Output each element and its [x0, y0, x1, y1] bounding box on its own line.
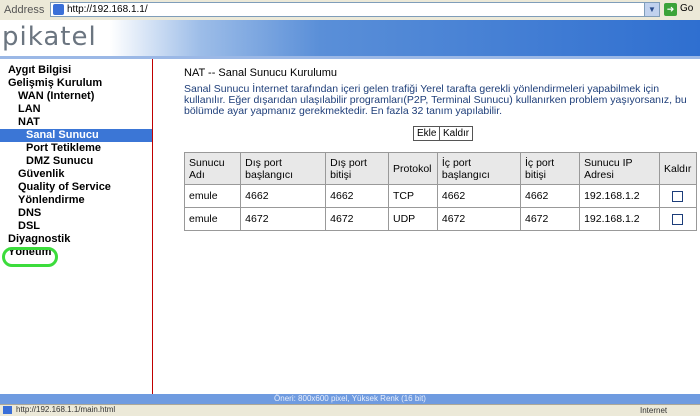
sidebar-item-label: DSL [18, 220, 40, 232]
go-label: Go [680, 3, 694, 14]
address-url[interactable]: http://192.168.1.1/ [67, 3, 148, 16]
chevron-down-icon[interactable]: ▼ [644, 3, 659, 16]
sidebar-item-diyagnostik[interactable]: Diyagnostik [0, 233, 152, 246]
sidebar-item-label: LAN [18, 103, 41, 115]
sidebar-item-label: Yönlendirme [18, 194, 85, 206]
cell-remove [658, 207, 698, 231]
cell-protocol: UDP [387, 207, 438, 231]
sidebar-item-label: NAT [18, 116, 40, 128]
sidebar-item-label: Güvenlik [18, 168, 65, 180]
add-button[interactable]: Ekle [413, 126, 441, 141]
cell-ext-port-start: 4662 [240, 184, 327, 208]
table-row: emule 4662 4662 TCP 4662 4662 192.168.1.… [183, 184, 698, 208]
col-int-port-start: İç port başlangıcı [436, 152, 522, 185]
col-protocol: Protokol [387, 152, 438, 185]
cell-server-name: emule [183, 207, 242, 231]
page-icon [53, 4, 64, 15]
page-title: NAT -- Sanal Sunucu Kurulumu [184, 67, 338, 79]
status-url: http://192.168.1.1/main.html [16, 405, 116, 414]
cell-ext-port-start: 4672 [240, 207, 327, 231]
sidebar-item-label: DMZ Sunucu [26, 155, 94, 167]
cell-protocol: TCP [387, 184, 438, 208]
go-button[interactable]: ➜ Go [664, 2, 698, 18]
sidebar-item-nat[interactable]: NAT [0, 116, 152, 129]
zone-indicator: Internet [640, 406, 668, 415]
status-bar: http://192.168.1.1/main.html Internet [0, 404, 700, 416]
cell-ext-port-end: 4662 [325, 184, 389, 208]
sidebar-item-guvenlik[interactable]: Güvenlik [0, 168, 152, 181]
cell-int-port-end: 4662 [519, 184, 581, 208]
page-icon [3, 406, 12, 414]
sidebar-item-label: Gelişmiş Kurulum [8, 77, 103, 89]
col-int-port-end: İç port bitişi [519, 152, 581, 185]
cell-remove [658, 184, 698, 208]
table-row: emule 4672 4672 UDP 4672 4672 192.168.1.… [183, 207, 698, 231]
sidebar-item-sanal-sunucu[interactable]: Sanal Sunucu [0, 129, 152, 142]
sidebar-item-label: WAN (Internet) [18, 90, 95, 102]
col-ext-port-start: Dış port başlangıcı [240, 152, 327, 185]
sidebar-item-dmz-sunucu[interactable]: DMZ Sunucu [0, 155, 152, 168]
remove-button[interactable]: Kaldır [439, 126, 474, 141]
highlight-ring [2, 247, 58, 267]
sidebar-item-label: Sanal Sunucu [26, 129, 99, 141]
sidebar-item-label: Port Tetikleme [26, 142, 101, 154]
sidebar-item-quality-of-service[interactable]: Quality of Service [0, 181, 152, 194]
sidebar-item-dsl[interactable]: DSL [0, 220, 152, 233]
sidebar-item-yonlendirme[interactable]: Yönlendirme [0, 194, 152, 207]
cell-int-port-end: 4672 [519, 207, 581, 231]
header-banner: pikatel [0, 20, 700, 56]
sidebar-item-label: Aygıt Bilgisi [8, 64, 72, 76]
sidebar-item-label: Diyagnostik [8, 233, 71, 245]
main-content: NAT -- Sanal Sunucu Kurulumu Sanal Sunuc… [153, 59, 700, 394]
sidebar-item-dns[interactable]: DNS [0, 207, 152, 220]
cell-server-name: emule [183, 184, 242, 208]
page-description: Sanal Sunucu İnternet tarafından içeri g… [184, 83, 687, 117]
sidebar-item-label: DNS [18, 207, 42, 219]
address-bar: Address http://192.168.1.1/ ▼ ➜ Go [0, 0, 700, 21]
sidebar-item-port-tetikleme[interactable]: Port Tetikleme [0, 142, 152, 155]
go-arrow-icon: ➜ [664, 3, 677, 16]
col-remove: Kaldır [658, 152, 698, 185]
table-header-row: Sunucu Adı Dış port başlangıcı Dış port … [183, 152, 698, 185]
col-server-name: Sunucu Adı [183, 152, 242, 185]
virtual-server-table: Sunucu Adı Dış port başlangıcı Dış port … [183, 152, 698, 231]
sidebar: Aygıt Bilgisi Gelişmiş Kurulum WAN (Inte… [0, 59, 153, 394]
cell-server-ip: 192.168.1.2 [579, 184, 660, 208]
remove-checkbox[interactable] [672, 190, 684, 202]
cell-server-ip: 192.168.1.2 [579, 207, 660, 231]
remove-checkbox[interactable] [672, 213, 684, 225]
logo: pikatel [2, 22, 97, 52]
cell-ext-port-end: 4672 [325, 207, 389, 231]
col-ext-port-end: Dış port bitişi [325, 152, 389, 185]
sidebar-item-wan[interactable]: WAN (Internet) [0, 90, 152, 103]
recommendation-footer: Öneri: 800x600 pixel, Yüksek Renk (16 bi… [0, 394, 700, 404]
address-label: Address [4, 4, 45, 16]
address-input[interactable]: http://192.168.1.1/ ▼ [50, 2, 660, 17]
col-server-ip: Sunucu IP Adresi [579, 152, 660, 185]
cell-int-port-start: 4662 [436, 184, 522, 208]
sidebar-item-label: Quality of Service [18, 181, 111, 193]
sidebar-item-lan[interactable]: LAN [0, 103, 152, 116]
sidebar-item-gelismis-kurulum[interactable]: Gelişmiş Kurulum [0, 77, 152, 90]
cell-int-port-start: 4672 [436, 207, 522, 231]
sidebar-item-aygit-bilgisi[interactable]: Aygıt Bilgisi [0, 64, 152, 77]
